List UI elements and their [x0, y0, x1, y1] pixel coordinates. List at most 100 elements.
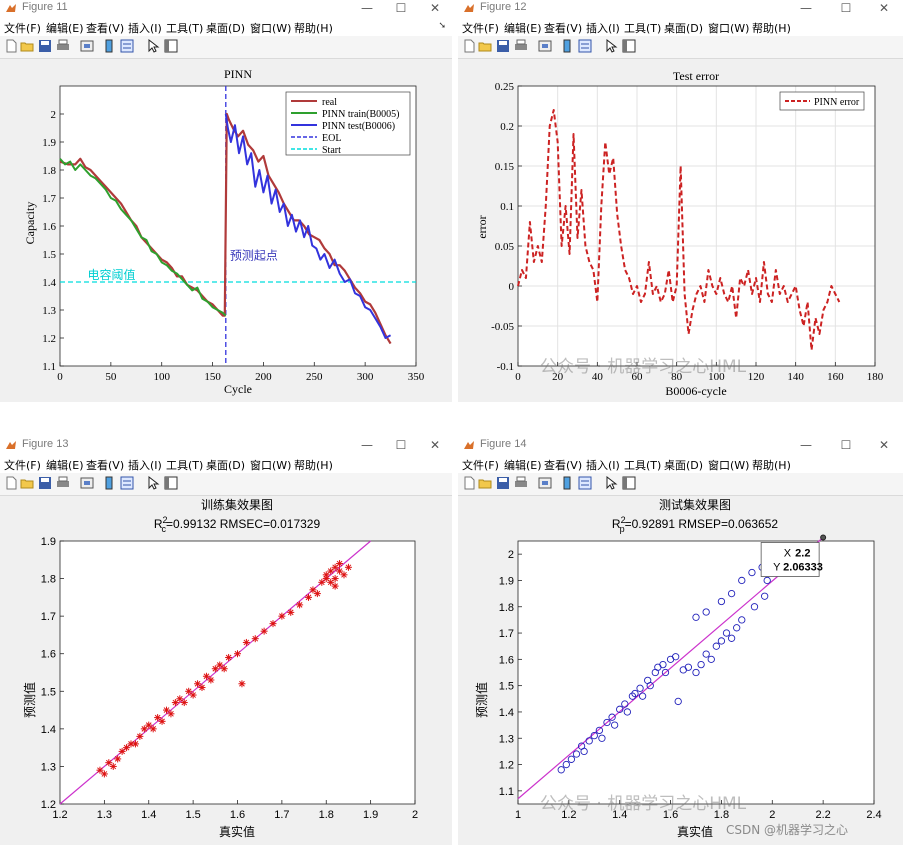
- legend-icon[interactable]: [578, 39, 592, 53]
- y-tick-label: 1.3: [499, 733, 514, 745]
- y-tick-label: 1.2: [499, 760, 514, 772]
- window-titlebar[interactable]: Figure 14 — ☐ ✕: [458, 437, 903, 455]
- open-folder-icon[interactable]: [20, 39, 34, 53]
- chart-title: 训练集效果图: [201, 497, 273, 512]
- edit-plot-arrow-icon[interactable]: [146, 476, 160, 490]
- menu-edit[interactable]: 编辑(E): [46, 457, 84, 473]
- menu-tools[interactable]: 工具(T): [624, 457, 661, 473]
- menu-help[interactable]: 帮助(H): [752, 457, 791, 473]
- menu-insert[interactable]: 插入(I): [586, 457, 620, 473]
- menu-insert[interactable]: 插入(I): [128, 20, 162, 36]
- menu-desktop[interactable]: 桌面(D): [664, 20, 703, 36]
- link-plot-icon[interactable]: [80, 39, 94, 53]
- menu-insert[interactable]: 插入(I): [586, 20, 620, 36]
- minimize-button[interactable]: —: [789, 0, 823, 18]
- property-editor-icon[interactable]: [622, 476, 636, 490]
- minimize-button[interactable]: —: [789, 437, 823, 455]
- new-file-icon[interactable]: [462, 476, 476, 490]
- link-plot-icon[interactable]: [538, 476, 552, 490]
- menu-edit[interactable]: 编辑(E): [504, 20, 542, 36]
- print-icon[interactable]: [514, 476, 528, 490]
- menu-help[interactable]: 帮助(H): [294, 457, 333, 473]
- menu-window[interactable]: 窗口(W): [708, 457, 749, 473]
- menu-window[interactable]: 窗口(W): [250, 20, 291, 36]
- maximize-button[interactable]: ☐: [384, 0, 418, 18]
- close-button[interactable]: ✕: [418, 0, 452, 18]
- menu-help[interactable]: 帮助(H): [752, 20, 791, 36]
- legend-icon[interactable]: [120, 476, 134, 490]
- open-folder-icon[interactable]: [20, 476, 34, 490]
- property-editor-icon[interactable]: [164, 39, 178, 53]
- colorbar-icon[interactable]: [102, 39, 116, 53]
- legend-icon[interactable]: [578, 476, 592, 490]
- new-file-icon[interactable]: [462, 39, 476, 53]
- menu-edit[interactable]: 编辑(E): [46, 20, 84, 36]
- link-plot-icon[interactable]: [80, 476, 94, 490]
- maximize-button[interactable]: ☐: [829, 0, 863, 18]
- menu-tools[interactable]: 工具(T): [624, 20, 661, 36]
- menu-desktop[interactable]: 桌面(D): [664, 457, 703, 473]
- y-tick-label: 1.9: [499, 575, 514, 587]
- menu-window[interactable]: 窗口(W): [250, 457, 291, 473]
- close-button[interactable]: ✕: [418, 437, 452, 455]
- datatip-y-label: Y: [773, 561, 781, 573]
- menu-insert[interactable]: 插入(I): [128, 457, 162, 473]
- menu-view[interactable]: 查看(V): [544, 457, 582, 473]
- edit-plot-arrow-icon[interactable]: [604, 39, 618, 53]
- maximize-button[interactable]: ☐: [384, 437, 418, 455]
- menu-tools[interactable]: 工具(T): [166, 457, 203, 473]
- colorbar-icon[interactable]: [560, 476, 574, 490]
- menu-view[interactable]: 查看(V): [86, 20, 124, 36]
- edit-plot-arrow-icon[interactable]: [146, 39, 160, 53]
- scatter-point: [136, 732, 144, 740]
- menu-desktop[interactable]: 桌面(D): [206, 20, 245, 36]
- window-titlebar[interactable]: Figure 11 — ☐ ✕: [0, 0, 452, 18]
- print-icon[interactable]: [514, 39, 528, 53]
- x-tick-label: 1.5: [185, 809, 200, 821]
- link-plot-icon[interactable]: [538, 39, 552, 53]
- window-titlebar[interactable]: Figure 12 — ☐ ✕: [458, 0, 903, 18]
- scatter-point: [305, 593, 312, 601]
- print-icon[interactable]: [56, 39, 70, 53]
- save-icon[interactable]: [38, 39, 52, 53]
- menu-file[interactable]: 文件(F): [4, 20, 41, 36]
- print-icon[interactable]: [56, 476, 70, 490]
- menu-overflow-icon[interactable]: ➘: [438, 21, 446, 31]
- edit-plot-arrow-icon[interactable]: [604, 476, 618, 490]
- colorbar-icon[interactable]: [102, 476, 116, 490]
- save-icon[interactable]: [496, 39, 510, 53]
- menu-view[interactable]: 查看(V): [86, 457, 124, 473]
- minimize-button[interactable]: —: [350, 0, 384, 18]
- menu-window[interactable]: 窗口(W): [708, 20, 749, 36]
- x-tick-label: 350: [408, 371, 425, 383]
- property-editor-icon[interactable]: [622, 39, 636, 53]
- new-file-icon[interactable]: [4, 476, 18, 490]
- save-icon[interactable]: [38, 476, 52, 490]
- menu-file[interactable]: 文件(F): [462, 20, 499, 36]
- save-icon[interactable]: [496, 476, 510, 490]
- colorbar-icon[interactable]: [560, 39, 574, 53]
- menu-file[interactable]: 文件(F): [462, 457, 499, 473]
- open-folder-icon[interactable]: [478, 476, 492, 490]
- window-titlebar[interactable]: Figure 13 — ☐ ✕: [0, 437, 452, 455]
- close-button[interactable]: ✕: [867, 437, 901, 455]
- legend-icon[interactable]: [120, 39, 134, 53]
- property-editor-icon[interactable]: [164, 476, 178, 490]
- y-tick-label: 1.5: [41, 686, 56, 698]
- menu-tools[interactable]: 工具(T): [166, 20, 203, 36]
- figure-canvas: 训练集效果图 R2 c=0.99132 RMSEC=0.017329 真实值 预测…: [0, 496, 452, 845]
- menu-desktop[interactable]: 桌面(D): [206, 457, 245, 473]
- window-title: Figure 12: [480, 1, 527, 13]
- x-axis-label: B0006-cycle: [665, 384, 726, 398]
- close-button[interactable]: ✕: [867, 0, 901, 18]
- menu-view[interactable]: 查看(V): [544, 20, 582, 36]
- open-folder-icon[interactable]: [478, 39, 492, 53]
- new-file-icon[interactable]: [4, 39, 18, 53]
- menu-edit[interactable]: 编辑(E): [504, 457, 542, 473]
- menu-file[interactable]: 文件(F): [4, 457, 41, 473]
- window-title: Figure 11: [22, 1, 68, 13]
- minimize-button[interactable]: —: [350, 437, 384, 455]
- maximize-button[interactable]: ☐: [829, 437, 863, 455]
- menu-help[interactable]: 帮助(H): [294, 20, 333, 36]
- x-tick-label: 1: [515, 809, 521, 821]
